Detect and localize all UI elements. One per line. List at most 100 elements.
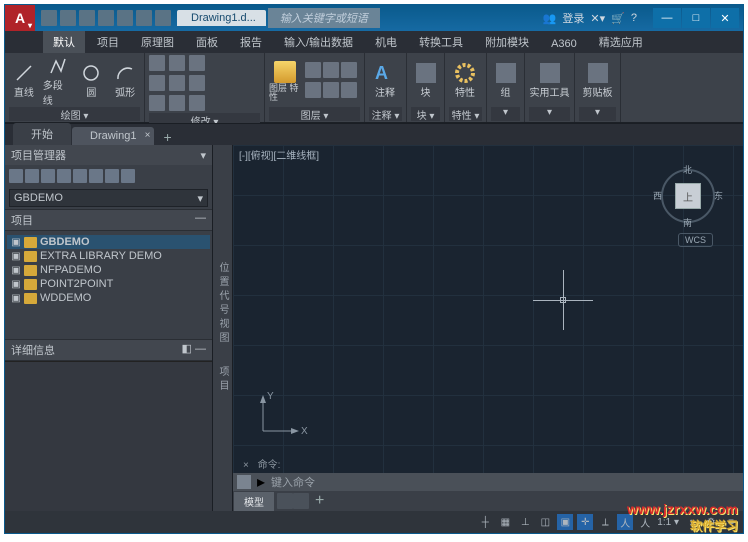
layer-freeze-icon[interactable] — [323, 62, 339, 78]
expand-icon[interactable]: ▣ — [11, 265, 21, 276]
sb-polar-icon[interactable]: ◫ — [537, 514, 553, 530]
layout2-tab[interactable] — [293, 493, 309, 509]
layer-off-icon[interactable] — [305, 62, 321, 78]
exchange-icon[interactable]: ✕▾ — [590, 12, 605, 25]
command-line[interactable]: ▸ 键入命令 — [233, 473, 743, 491]
layout1-tab[interactable] — [277, 493, 293, 509]
plot-icon[interactable] — [117, 10, 133, 26]
ribbon-tab-featured[interactable]: 精选应用 — [589, 31, 653, 53]
layer-prev-icon[interactable] — [341, 82, 357, 98]
help-icon[interactable]: ? — [631, 12, 637, 24]
ribbon-tab-mech[interactable]: 机电 — [365, 31, 407, 53]
block-button[interactable]: 块 — [411, 63, 440, 99]
annotate-button[interactable]: A注释 — [369, 63, 401, 99]
clipboard-button[interactable]: 剪贴板 — [579, 63, 616, 99]
layers-panel-title[interactable]: 图层 ▾ — [269, 107, 360, 121]
layer-iso-icon[interactable] — [323, 82, 339, 98]
ribbon-tab-convert[interactable]: 转换工具 — [409, 31, 473, 53]
properties-button[interactable]: 特性 — [449, 63, 481, 99]
group-button[interactable]: 组 — [491, 63, 520, 99]
ribbon-tab-schematic[interactable]: 原理图 — [131, 31, 184, 53]
open-project-icon[interactable] — [25, 169, 39, 183]
doc-tab-start[interactable]: 开始 — [13, 123, 71, 145]
line-button[interactable]: 直线 — [9, 63, 39, 99]
help-project-icon[interactable] — [121, 169, 135, 183]
cart-icon[interactable]: 🛒 — [611, 12, 625, 25]
layer-lock-icon[interactable] — [341, 62, 357, 78]
tree-item[interactable]: ▣NFPADEMO — [7, 263, 210, 277]
ribbon-tab-a360[interactable]: A360 — [541, 35, 587, 53]
sb-otrack-icon[interactable]: ✛ — [577, 514, 593, 530]
tree-item[interactable]: ▣POINT2POINT — [7, 277, 210, 291]
sb-osnap-icon[interactable]: ▣ — [557, 514, 573, 530]
refresh-icon[interactable] — [41, 169, 55, 183]
infocenter-icon[interactable]: 👥 — [543, 12, 557, 25]
saveas-icon[interactable] — [98, 10, 114, 26]
expand-icon[interactable]: ▣ — [11, 293, 21, 304]
vertical-palette-bar[interactable]: 位置代号视图 项目 — [213, 145, 233, 511]
clip-panel-title[interactable]: ▾ — [579, 107, 616, 121]
ribbon-tab-project[interactable]: 项目 — [87, 31, 129, 53]
fillet-icon[interactable] — [189, 75, 205, 91]
rotate-icon[interactable] — [169, 55, 185, 71]
polyline-button[interactable]: 多段线 — [43, 56, 73, 107]
view-cube[interactable]: 上 北 南 东 西 — [657, 165, 719, 227]
props-panel-title[interactable]: 特性 ▾ — [449, 107, 482, 121]
close-tab-icon[interactable]: × — [145, 130, 151, 141]
copy-icon[interactable] — [149, 75, 165, 91]
new-project-icon[interactable] — [9, 169, 23, 183]
ribbon-tab-default[interactable]: 默认 — [43, 31, 85, 53]
sb-lwt-icon[interactable]: ⟂ — [597, 514, 613, 530]
block-panel-title[interactable]: 块 ▾ — [411, 107, 440, 121]
tree-item[interactable]: ▣GBDEMO — [7, 235, 210, 249]
ribbon-tab-addons[interactable]: 附加模块 — [475, 31, 539, 53]
redo-icon[interactable] — [155, 10, 171, 26]
mirror-icon[interactable] — [169, 75, 185, 91]
expand-icon[interactable]: ▣ — [11, 251, 21, 262]
save-icon[interactable] — [79, 10, 95, 26]
active-project-combo[interactable]: GBDEMO ▾ — [9, 189, 208, 207]
model-tab[interactable]: 模型 — [234, 492, 274, 511]
close-cmd-icon[interactable]: × — [243, 460, 249, 471]
app-menu-button[interactable]: A ▾ — [5, 5, 35, 31]
wizard-icon[interactable] — [57, 169, 71, 183]
expand-icon[interactable]: ▣ — [11, 237, 21, 248]
panel-menu-icon[interactable]: ▾ — [200, 149, 206, 162]
ucs-icon[interactable]: Y X — [253, 391, 303, 441]
viewport-controls[interactable]: [-][俯视][二维线框] — [239, 147, 319, 162]
sb-ortho-icon[interactable]: ⊥ — [517, 514, 533, 530]
annotate-panel-title[interactable]: 注释 ▾ — [369, 107, 402, 121]
move-icon[interactable] — [149, 55, 165, 71]
plot-project-icon[interactable] — [89, 169, 103, 183]
draw-panel-title[interactable]: 绘图 ▾ — [9, 107, 140, 121]
wcs-badge[interactable]: WCS — [678, 233, 713, 247]
doc-tab-drawing1[interactable]: Drawing1× — [72, 127, 154, 145]
tree-item[interactable]: ▣WDDEMO — [7, 291, 210, 305]
ribbon-tab-report[interactable]: 报告 — [230, 31, 272, 53]
title-document-tab[interactable]: Drawing1.d... — [177, 10, 266, 26]
maximize-button[interactable]: □ — [682, 8, 710, 28]
zip-icon[interactable] — [105, 169, 119, 183]
ribbon-tab-panel[interactable]: 面板 — [186, 31, 228, 53]
expand-icon[interactable]: ▣ — [11, 279, 21, 290]
arc-button[interactable]: 弧形 — [110, 63, 140, 99]
projects-section-header[interactable]: 项目— — [5, 209, 212, 231]
array-icon[interactable] — [189, 95, 205, 111]
group-panel-title[interactable]: ▾ — [491, 107, 520, 121]
stretch-icon[interactable] — [149, 95, 165, 111]
help-search-input[interactable]: 输入关键字或短语 — [268, 8, 380, 28]
circle-button[interactable]: 圆 — [77, 63, 107, 99]
open-icon[interactable] — [60, 10, 76, 26]
viewcube-top-face[interactable]: 上 — [675, 183, 701, 209]
ribbon-tab-io[interactable]: 输入/输出数据 — [274, 31, 363, 53]
close-button[interactable]: ✕ — [711, 8, 739, 28]
signin-label[interactable]: 登录 — [562, 10, 584, 26]
minimize-button[interactable]: — — [653, 8, 681, 28]
undo-icon[interactable] — [136, 10, 152, 26]
trim-icon[interactable] — [189, 55, 205, 71]
layer-properties-button[interactable]: 图层 特性 — [269, 61, 301, 102]
scale-icon[interactable] — [169, 95, 185, 111]
utilities-button[interactable]: 实用工具 — [529, 63, 570, 99]
drawing-canvas[interactable]: [-][俯视][二维线框] 上 北 南 东 西 WCS Y X × 命令: — [233, 145, 743, 511]
add-layout-button[interactable]: + — [309, 492, 330, 510]
